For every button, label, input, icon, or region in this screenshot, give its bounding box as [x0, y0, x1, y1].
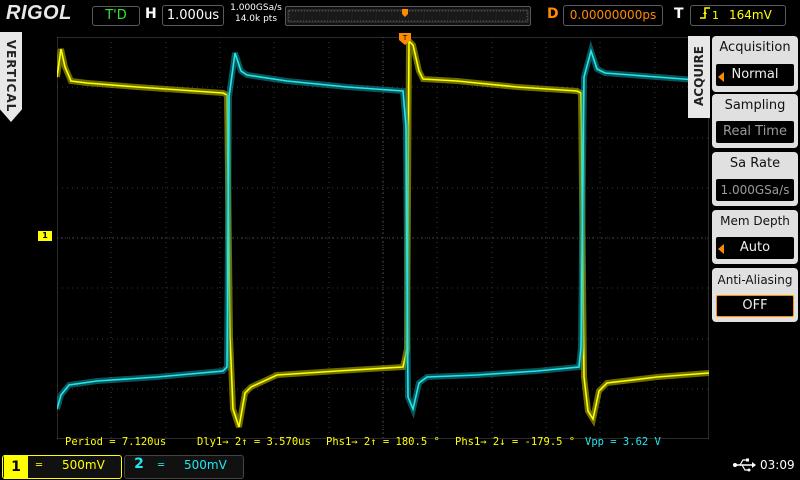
sampling-value: Real Time: [716, 121, 794, 143]
arrow-left-icon: [718, 72, 724, 82]
horizontal-label: H: [145, 6, 157, 22]
arrow-left-icon: [718, 244, 724, 254]
channel-1-scale: 500mV: [62, 458, 105, 472]
sample-rate-readout: 1.000GSa/s: [230, 3, 282, 13]
anti-aliasing-value: OFF: [716, 295, 794, 317]
clock-time: 03:09: [760, 458, 795, 472]
delay-measurement: Dly1→ 2↑ = 3.570us: [197, 436, 311, 448]
sampling-softkey[interactable]: Sampling Real Time: [712, 94, 798, 148]
sampling-title: Sampling: [724, 98, 786, 113]
mem-depth-softkey[interactable]: Mem Depth Auto: [712, 210, 798, 264]
horizontal-scale-value[interactable]: 1.000us: [162, 5, 224, 26]
usb-icon: [733, 458, 756, 472]
dc-coupling-icon: ═: [158, 460, 165, 471]
memory-position-strip: [285, 6, 531, 26]
acquisition-value: Normal: [716, 64, 794, 86]
memory-strip-graphic: [287, 9, 529, 23]
channel-1-number: 1: [4, 455, 28, 479]
acquisition-softkey[interactable]: Acquisition Normal: [712, 36, 798, 92]
trigger-level-value: 164mV: [729, 8, 772, 22]
trigger-label: T: [674, 6, 684, 22]
memory-depth-readout: 14.0k pts: [234, 14, 278, 24]
rising-edge-icon: [699, 6, 711, 25]
acquire-tab-label: ACQUIRE: [692, 46, 706, 106]
delay-label: D: [547, 6, 559, 22]
measurement-bar: Period = 7.120us Dly1→ 2↑ = 3.570us Phs1…: [57, 436, 709, 450]
vpp-measurement: Vpp = 3.62 V: [585, 436, 661, 448]
anti-aliasing-title: Anti-Aliasing: [717, 273, 793, 287]
sa-rate-title: Sa Rate: [729, 156, 781, 171]
run-status-badge[interactable]: T'D: [92, 6, 140, 26]
period-measurement: Period = 7.120us: [65, 436, 167, 448]
phase-rise-measurement: Phs1→ 2↑ = 180.5 °: [326, 436, 440, 448]
vertical-tab-label: VERTICAL: [4, 39, 18, 113]
mem-depth-value: Auto: [716, 237, 794, 259]
dc-coupling-icon: ═: [36, 460, 43, 471]
delay-offset-value[interactable]: 0.00000000ps: [563, 5, 663, 26]
channel-2-scale: 500mV: [184, 458, 227, 472]
anti-aliasing-softkey[interactable]: Anti-Aliasing OFF: [712, 268, 798, 322]
channel-1-offset-marker[interactable]: 1: [38, 231, 52, 241]
trigger-position-marker-icon[interactable]: T: [399, 33, 411, 45]
trigger-settings[interactable]: 1 164mV: [690, 5, 786, 26]
waveform-display[interactable]: [57, 37, 709, 439]
trigger-channel: 1: [712, 9, 719, 22]
phase-fall-measurement: Phs1→ 2↓ = -179.5 °: [455, 436, 576, 448]
acquisition-title: Acquisition: [719, 40, 791, 55]
sa-rate-softkey[interactable]: Sa Rate 1.000GSa/s: [712, 152, 798, 206]
mem-depth-title: Mem Depth: [720, 214, 790, 228]
svg-text:T: T: [402, 34, 408, 42]
sa-rate-value: 1.000GSa/s: [716, 179, 794, 201]
rigol-logo: RIGOL: [6, 2, 72, 24]
channel-2-number: 2: [134, 456, 144, 472]
